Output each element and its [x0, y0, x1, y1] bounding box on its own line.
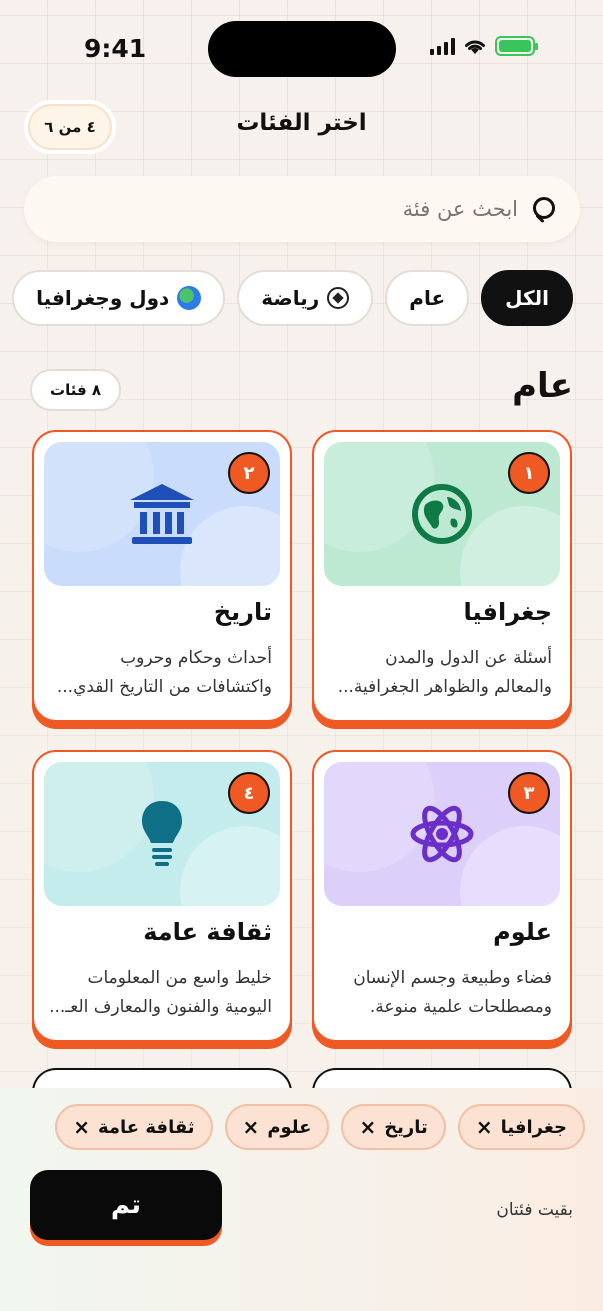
close-icon[interactable]: × — [243, 1115, 260, 1139]
section-title: عام — [512, 366, 573, 406]
filter-chip-general[interactable]: عام — [385, 270, 470, 326]
lightbulb-icon — [142, 801, 182, 866]
cellular-signal-icon — [430, 37, 455, 55]
tag-label: جغرافيا — [500, 1116, 567, 1138]
selected-tag-geography[interactable]: جغرافيا × — [457, 1104, 585, 1150]
category-card-general-culture[interactable]: ٤ ثقافة عامة خليط واسع من المعلومات اليو… — [32, 750, 292, 1042]
card-description: أحداث وحكام وحروب واكتشافات من التاريخ ا… — [56, 648, 272, 697]
status-bar: 9:41 — [0, 0, 603, 96]
category-card-science[interactable]: ٣ علوم فضاء وطبيعة وجسم الإنسان ومصطلحات… — [312, 750, 572, 1042]
battery-icon — [495, 36, 538, 56]
globe-icon — [177, 286, 202, 310]
filter-chip-label: عام — [409, 286, 446, 310]
card-title: جغرافيا — [463, 598, 552, 626]
category-card-history[interactable]: ٢ تاريخ أحداث وحكام وحروب واكتشافات من ا… — [32, 430, 292, 722]
done-button[interactable]: تم — [30, 1170, 222, 1240]
card-title: تاريخ — [213, 598, 272, 626]
card-thumbnail: ٤ — [44, 762, 280, 906]
search-input[interactable] — [46, 197, 518, 221]
earth-icon — [412, 484, 472, 544]
selected-tag-science[interactable]: علوم × — [224, 1104, 330, 1150]
wifi-icon — [465, 40, 485, 54]
atom-icon — [410, 805, 474, 863]
selection-number-badge: ١ — [508, 452, 550, 494]
selection-number-badge: ٣ — [508, 772, 550, 814]
status-time: 9:41 — [84, 34, 147, 63]
filter-chip-label: رياضة — [261, 286, 320, 310]
card-description: فضاء وطبيعة وجسم الإنسان ومصطلحات علمية … — [353, 968, 552, 1017]
card-description: أسئلة عن الدول والمدن والمعالم والظواهر … — [337, 648, 552, 697]
selection-number-badge: ٢ — [228, 452, 270, 494]
selection-bar: جغرافيا × تاريخ × علوم × ثقافة عامة × بق… — [0, 1088, 603, 1311]
selection-number-badge: ٤ — [228, 772, 270, 814]
tag-label: علوم — [267, 1116, 312, 1138]
selection-counter: ٤ من ٦ — [24, 100, 116, 154]
tag-label: ثقافة عامة — [97, 1116, 195, 1138]
selected-tags: جغرافيا × تاريخ × علوم × ثقافة عامة × — [55, 1104, 585, 1150]
card-thumbnail: ٣ — [324, 762, 560, 906]
filter-chip-all[interactable]: الكل — [481, 270, 573, 326]
card-title: علوم — [493, 918, 552, 946]
card-title: ثقافة عامة — [143, 918, 272, 946]
close-icon[interactable]: × — [476, 1115, 493, 1139]
filter-chip-label: دول وجغرافيا — [36, 286, 170, 310]
section-count: ٨ فئات — [30, 369, 122, 411]
selected-tag-general-culture[interactable]: ثقافة عامة × — [55, 1104, 213, 1150]
tag-label: تاريخ — [384, 1116, 428, 1138]
filter-chips: الكل عام رياضة دول وجغرافيا — [0, 270, 603, 328]
status-icons — [430, 36, 538, 56]
filter-chip-label: الكل — [505, 286, 549, 310]
search-bar[interactable] — [24, 176, 580, 242]
filter-chip-sports[interactable]: رياضة — [237, 270, 374, 326]
remaining-count: بقيت فئتان — [496, 1200, 573, 1220]
museum-icon — [130, 484, 194, 544]
dynamic-island — [208, 21, 396, 77]
selected-tag-history[interactable]: تاريخ × — [341, 1104, 446, 1150]
category-card-geography[interactable]: ١ جغرافيا أسئلة عن الدول والمدن والمعالم… — [312, 430, 572, 722]
close-icon[interactable]: × — [359, 1115, 376, 1139]
soccer-ball-icon — [327, 287, 350, 309]
card-description: خليط واسع من المعلومات اليومية والفنون و… — [49, 968, 272, 1017]
card-thumbnail: ١ — [324, 442, 560, 586]
search-icon — [532, 196, 558, 222]
filter-chip-countries[interactable]: دول وجغرافيا — [12, 270, 226, 326]
close-icon[interactable]: × — [73, 1115, 90, 1139]
card-thumbnail: ٢ — [44, 442, 280, 586]
